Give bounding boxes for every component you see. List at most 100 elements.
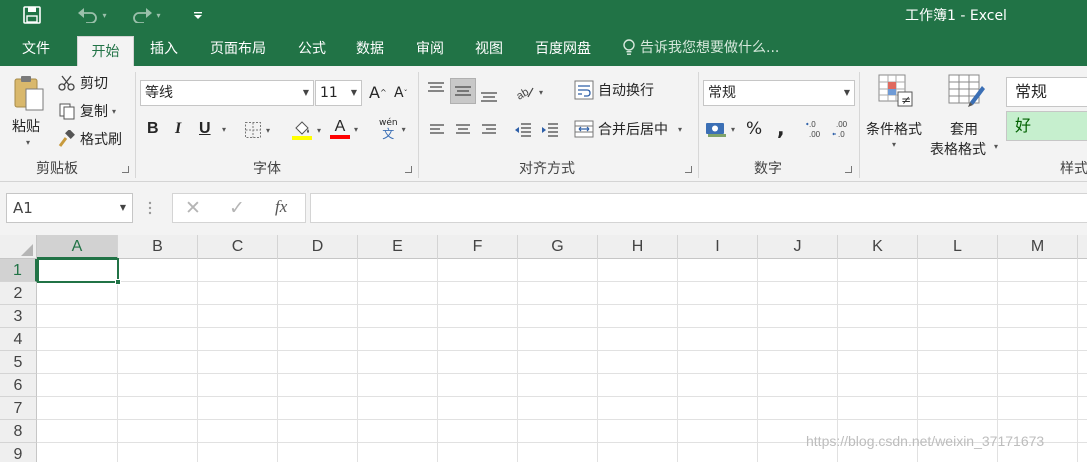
row-header-9[interactable]: 9 <box>0 443 37 462</box>
phonetic-button[interactable]: wén 文 ▾ <box>379 118 406 140</box>
name-box-value: A1 <box>13 199 33 217</box>
column-header-d[interactable]: D <box>278 235 358 259</box>
format-painter-button[interactable]: 格式刷 <box>58 129 122 149</box>
column-header-f[interactable]: F <box>438 235 518 259</box>
comma-style-button[interactable]: , <box>777 116 785 140</box>
redo-button[interactable]: ▾ <box>126 3 166 27</box>
tab-page-layout[interactable]: 页面布局 <box>200 30 276 66</box>
column-header-b[interactable]: B <box>118 235 198 259</box>
italic-button[interactable]: I <box>175 120 181 138</box>
row-header-6[interactable]: 6 <box>0 374 37 397</box>
cut-button[interactable]: 剪切 <box>58 73 108 93</box>
undo-button[interactable]: ▾ <box>72 3 112 27</box>
column-header-m[interactable]: M <box>998 235 1078 259</box>
save-button[interactable] <box>16 3 48 27</box>
column-header-g[interactable]: G <box>518 235 598 259</box>
format-as-table-button[interactable]: 套用 表格格式 ▾ <box>930 72 1002 158</box>
scissors-icon <box>58 74 76 92</box>
orientation-button[interactable]: ab ▾ <box>515 83 543 101</box>
copy-button[interactable]: 复制 ▾ <box>58 101 116 121</box>
increase-font-size-button[interactable]: A ^ <box>369 83 387 102</box>
underline-button[interactable]: U <box>199 120 211 138</box>
align-bottom-button[interactable] <box>479 85 499 107</box>
align-right-button[interactable] <box>480 122 498 142</box>
gridline <box>357 259 358 462</box>
column-header-l[interactable]: L <box>918 235 998 259</box>
row-header-7[interactable]: 7 <box>0 397 37 420</box>
increase-decimal-button[interactable]: .0.00 <box>805 118 827 144</box>
percent-style-button[interactable]: % <box>746 119 762 139</box>
wrap-text-button[interactable]: 自动换行 <box>574 80 654 100</box>
gridline <box>37 419 1087 420</box>
decrease-decimal-button[interactable]: .00.0 <box>832 118 854 144</box>
align-left-icon <box>428 122 446 138</box>
paste-button[interactable]: 粘贴 ▾ <box>8 74 50 154</box>
gridline <box>917 259 918 462</box>
row-header-1[interactable]: 1 <box>0 259 37 282</box>
tab-home[interactable]: 开始 <box>77 36 134 66</box>
font-name-combo[interactable]: 等线 ▼ <box>140 80 314 106</box>
number-launcher-icon[interactable] <box>845 166 852 173</box>
column-header-j[interactable]: J <box>758 235 838 259</box>
font-color-glyph: A <box>334 118 346 135</box>
font-launcher-icon[interactable] <box>405 166 412 173</box>
alignment-launcher-icon[interactable] <box>685 166 692 173</box>
font-color-button[interactable]: A ▾ <box>330 119 358 139</box>
lightbulb-icon <box>622 39 636 57</box>
column-header-c[interactable]: C <box>198 235 278 259</box>
tab-view[interactable]: 视图 <box>463 30 515 66</box>
tell-me-search[interactable]: 告诉我您想要做什么... <box>622 30 779 66</box>
align-middle-button[interactable] <box>450 78 476 104</box>
cell-style-normal[interactable]: 常规 <box>1006 77 1087 107</box>
fill-color-button[interactable]: ▾ <box>291 119 321 141</box>
tab-insert[interactable]: 插入 <box>138 30 190 66</box>
active-cell-a1[interactable] <box>37 258 121 285</box>
row-header-4[interactable]: 4 <box>0 328 37 351</box>
borders-button[interactable]: ▾ <box>244 121 270 139</box>
paste-label: 粘贴 <box>12 119 40 135</box>
formula-input[interactable] <box>310 193 1087 223</box>
tab-data[interactable]: 数据 <box>344 30 396 66</box>
customize-qat-button[interactable] <box>188 3 208 27</box>
row-header-5[interactable]: 5 <box>0 351 37 374</box>
clipboard-launcher-icon[interactable] <box>122 166 129 173</box>
column-header-h[interactable]: H <box>598 235 678 259</box>
decrease-font-size-button[interactable]: Aˇ <box>394 85 408 101</box>
column-header-k[interactable]: K <box>838 235 918 259</box>
row-header-8[interactable]: 8 <box>0 420 37 443</box>
tab-formulas[interactable]: 公式 <box>286 30 338 66</box>
fill-handle[interactable] <box>115 279 121 285</box>
cell-style-good[interactable]: 好 <box>1006 111 1087 141</box>
group-label-alignment: 对齐方式 <box>519 161 575 177</box>
row-header-3[interactable]: 3 <box>0 305 37 328</box>
column-header-a[interactable]: A <box>37 235 118 259</box>
name-box[interactable]: A1 ▼ <box>6 193 133 223</box>
column-header-i[interactable]: I <box>678 235 758 259</box>
number-format-combo[interactable]: 常规 ▼ <box>703 80 855 106</box>
tab-file[interactable]: 文件 <box>10 30 62 66</box>
enter-formula-icon[interactable]: ✓ <box>229 197 245 219</box>
bold-button[interactable]: B <box>147 120 159 138</box>
accounting-format-button[interactable]: ▾ <box>705 120 735 138</box>
select-all-button[interactable] <box>0 235 37 259</box>
row-header-2[interactable]: 2 <box>0 282 37 305</box>
conditional-formatting-button[interactable]: ≠ 条件格式 ▾ <box>862 72 928 154</box>
tab-review[interactable]: 审阅 <box>404 30 456 66</box>
tab-baidu-netdisk[interactable]: 百度网盘 <box>523 30 603 66</box>
merge-center-button[interactable]: 合并后居中 ▾ <box>574 119 682 139</box>
align-top-button[interactable] <box>426 81 446 103</box>
font-size-combo[interactable]: 11 ▼ <box>315 80 362 106</box>
align-center-button[interactable] <box>454 122 472 142</box>
insert-function-icon[interactable]: fx <box>275 197 287 217</box>
cancel-formula-icon[interactable]: ✕ <box>185 197 201 219</box>
align-left-button[interactable] <box>428 122 446 142</box>
column-header-e[interactable]: E <box>358 235 438 259</box>
borders-icon <box>244 121 262 139</box>
decrease-indent-button[interactable] <box>513 121 533 143</box>
underline-dropdown-icon[interactable]: ▾ <box>222 125 226 134</box>
group-label-number: 数字 <box>754 161 782 177</box>
increase-indent-button[interactable] <box>540 121 560 143</box>
formula-bar-splitter-icon[interactable] <box>148 199 152 217</box>
font-size-value: 11 <box>320 85 338 101</box>
worksheet-grid[interactable]: A B C D E F G H I J K L M 1 2 3 4 5 6 7 … <box>0 235 1087 462</box>
